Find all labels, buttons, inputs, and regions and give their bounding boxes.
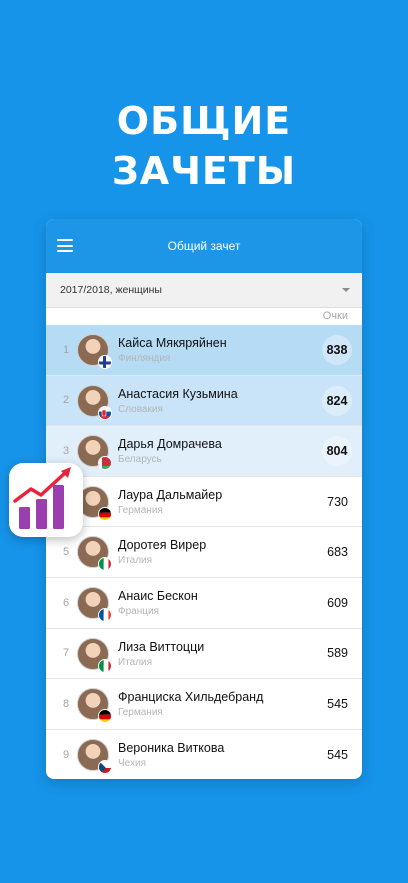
athlete-name: Кайса Мякяряйнен: [118, 336, 227, 350]
menu-icon[interactable]: [57, 239, 73, 252]
athlete-name: Франциска Хильдебранд: [118, 690, 264, 705]
italy-flag-icon: [98, 557, 112, 572]
rank-number: 7: [62, 647, 70, 660]
czechia-flag-icon: [98, 759, 112, 774]
standings-row[interactable]: 3 Дарья Домрачева Беларусь 804: [46, 426, 362, 477]
athlete-country: Италия: [118, 555, 153, 567]
standings-row[interactable]: 1 Кайса Мякяряйнен Финляндия 838: [46, 325, 362, 376]
chart-bar-2: [36, 499, 47, 529]
athlete-country: Чехия: [118, 757, 147, 769]
standings-row[interactable]: 4Лаура ДальмайерГермания730: [46, 477, 362, 528]
athlete-country: Беларусь: [118, 454, 162, 466]
standings-row[interactable]: 7 Лиза Виттоцци Италия 589: [46, 629, 362, 680]
season-filter-dropdown[interactable]: 2017/2018, женщины: [46, 273, 362, 308]
athlete-country: Франция: [118, 605, 159, 617]
standings-row[interactable]: 9 Вероника Виткова Чехия 545: [46, 730, 362, 779]
athlete-name: Дарья Домрачева: [118, 437, 222, 452]
rank-number: 8: [62, 697, 70, 710]
germany-flag-icon: [98, 506, 112, 521]
slovakia-flag-icon: [98, 405, 112, 420]
points-badge: 824: [322, 385, 352, 416]
headline-line-2: ЗАЧЕТЫ: [111, 149, 297, 193]
standings-row[interactable]: 5 Доротея Вирер Италия 683: [46, 527, 362, 578]
italy-flag-icon: [98, 658, 112, 673]
rank-number: 9: [62, 748, 70, 761]
dropdown-caret-icon: [342, 288, 350, 292]
finland-flag-icon: [98, 355, 112, 369]
growth-chart-icon: [9, 463, 83, 537]
athlete-name: Доротея Вирер: [118, 538, 207, 553]
points-value: 683: [327, 545, 348, 560]
athlete-name: Анаис Бескон: [118, 588, 198, 603]
athlete-name: Лиза Виттоцци: [118, 639, 205, 654]
standings-row[interactable]: 2 Анастасия Кузьмина Словакия 824: [46, 375, 362, 427]
rank-number: 2: [62, 394, 70, 407]
points-value: 609: [327, 595, 348, 610]
athlete-country: Италия: [118, 656, 153, 668]
athlete-name: Лаура Дальмайер: [118, 487, 223, 502]
standings-list: 1 Кайса Мякяряйнен Финляндия 838 2 Анастасия …: [46, 325, 362, 779]
chart-bar-1: [19, 507, 30, 529]
headline-line-1: ОБЩИЕ: [116, 99, 292, 143]
germany-flag-icon: [98, 709, 112, 724]
rank-number: 1: [62, 343, 70, 356]
app-screen: Общий зачет 2017/2018, женщины Очки 1 Кай…: [46, 219, 362, 779]
rank-number: 6: [62, 596, 70, 609]
athlete-country: Словакия: [118, 403, 163, 415]
promo-headline: ОБЩИЕ ЗАЧЕТЫ: [0, 96, 408, 196]
belarus-flag-icon: [98, 456, 112, 471]
chart-bar-3: [53, 485, 64, 529]
athlete-country: Германия: [118, 504, 163, 516]
athlete-name: Анастасия Кузьмина: [118, 386, 238, 401]
points-column-header: Очки: [322, 310, 348, 322]
points-badge: 804: [322, 436, 352, 467]
points-value: 589: [327, 646, 348, 661]
standings-row[interactable]: 8 Франциска Хильдебранд Германия 545: [46, 679, 362, 730]
season-filter-value: 2017/2018, женщины: [60, 284, 162, 296]
athlete-country: Германия: [118, 707, 163, 719]
france-flag-icon: [98, 607, 112, 622]
app-bar: Общий зачет: [46, 219, 362, 273]
athlete-country: Финляндия: [118, 353, 171, 364]
athlete-name: Вероника Виткова: [118, 740, 225, 755]
points-value: 730: [327, 494, 348, 509]
standings-row[interactable]: 6 Анаис Бескон Франция 609: [46, 578, 362, 629]
screen-title: Общий зачет: [167, 239, 241, 253]
points-value: 545: [327, 747, 348, 762]
points-badge: 838: [322, 335, 352, 365]
points-value: 545: [327, 696, 348, 711]
